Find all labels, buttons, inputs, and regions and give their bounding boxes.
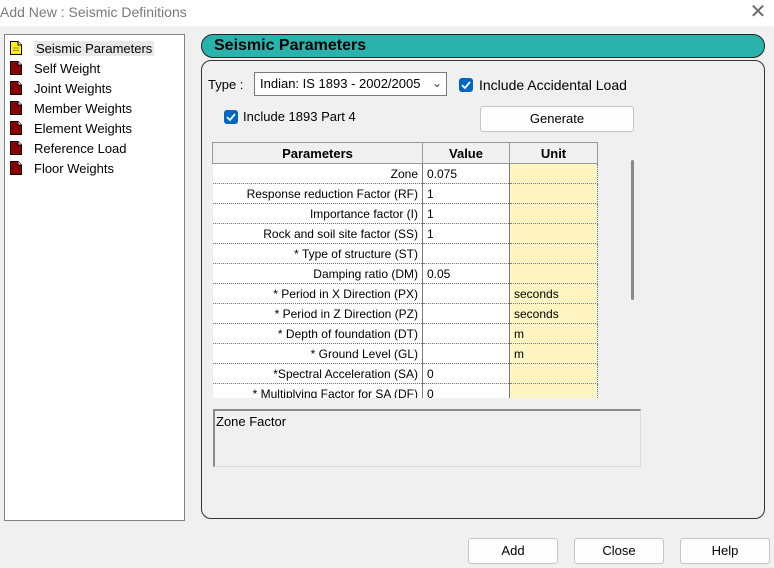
red-page-icon: [10, 141, 22, 155]
unit-cell[interactable]: m: [509, 343, 598, 364]
unit-cell[interactable]: [509, 363, 598, 384]
parameters-table: Parameters Value Unit Zone 0.075 Response …: [212, 142, 626, 398]
unit-cell[interactable]: seconds: [509, 303, 598, 324]
table-row: Damping ratio (DM) 0.05: [212, 263, 598, 284]
parameter-cell: Zone: [212, 163, 423, 184]
close-button[interactable]: Close: [574, 538, 664, 564]
help-button[interactable]: Help: [680, 538, 770, 564]
tree-item[interactable]: Seismic Parameters: [10, 38, 155, 58]
value-cell[interactable]: 0.075: [422, 163, 510, 184]
parameter-cell: *Spectral Acceleration (SA): [212, 363, 423, 384]
red-page-icon: [10, 81, 22, 95]
table-row: Response reduction Factor (RF) 1: [212, 183, 598, 204]
tree-item[interactable]: Element Weights: [10, 118, 132, 138]
parameter-cell: * Depth of foundation (DT): [212, 323, 423, 344]
value-cell[interactable]: 1: [422, 183, 510, 204]
unit-cell[interactable]: [509, 223, 598, 244]
red-page-icon: [10, 121, 22, 135]
close-icon[interactable]: ✕: [748, 2, 768, 22]
tree-item-label: Member Weights: [34, 100, 133, 116]
panel-header: Seismic Parameters: [201, 34, 765, 58]
chevron-down-icon: ⌄: [431, 76, 442, 90]
include-1893-label: Include 1893 Part 4: [243, 109, 356, 124]
description-text: Zone Factor: [216, 414, 287, 429]
description-box: Zone Factor: [213, 409, 641, 467]
tree-item[interactable]: Member Weights: [10, 98, 132, 118]
table-row: Zone 0.075: [212, 163, 598, 184]
value-cell[interactable]: [422, 283, 510, 304]
header-parameters: Parameters: [212, 142, 423, 164]
value-cell[interactable]: 0: [422, 363, 510, 384]
tree-item[interactable]: Self Weight: [10, 58, 100, 78]
title-bar: Add New : Seismic Definitions ✕: [0, 0, 774, 26]
parameter-cell: Damping ratio (DM): [212, 263, 423, 284]
parameter-cell: * Type of structure (ST): [212, 243, 423, 264]
add-button[interactable]: Add: [468, 538, 558, 564]
table-row: Rock and soil site factor (SS) 1: [212, 223, 598, 244]
parameter-cell: * Period in Z Direction (PZ): [212, 303, 423, 324]
check-icon: [226, 113, 236, 122]
unit-cell[interactable]: [509, 243, 598, 264]
table-row: * Ground Level (GL) m: [212, 343, 598, 364]
value-cell[interactable]: [422, 243, 510, 264]
red-page-icon: [10, 61, 22, 75]
tree-item-label: Self Weight: [34, 60, 101, 76]
value-cell[interactable]: 0: [422, 383, 510, 398]
unit-cell[interactable]: [509, 183, 598, 204]
table-row: Importance factor (I) 1: [212, 203, 598, 224]
panel-title: Seismic Parameters: [214, 37, 367, 54]
parameter-cell: * Multiplying Factor for SA (DF): [212, 383, 423, 398]
tree-item-label: Floor Weights: [34, 160, 114, 176]
include-1893-checkbox[interactable]: [224, 110, 238, 124]
unit-cell[interactable]: [509, 383, 598, 398]
value-cell[interactable]: [422, 303, 510, 324]
type-label: Type :: [208, 77, 244, 92]
unit-cell[interactable]: [509, 263, 598, 284]
table-row: * Period in Z Direction (PZ) seconds: [212, 303, 598, 324]
tree-item-label: Seismic Parameters: [34, 40, 155, 56]
table-row: * Depth of foundation (DT) m: [212, 323, 598, 344]
parameter-cell: * Ground Level (GL): [212, 343, 423, 364]
parameter-cell: Importance factor (I): [212, 203, 423, 224]
type-select[interactable]: Indian: IS 1893 - 2002/2005 ⌄: [254, 72, 447, 96]
value-cell[interactable]: [422, 323, 510, 344]
table-row: * Period in X Direction (PX) seconds: [212, 283, 598, 304]
table-row: * Multiplying Factor for SA (DF) 0: [212, 383, 598, 398]
red-page-icon: [10, 161, 22, 175]
unit-cell[interactable]: [509, 203, 598, 224]
include-accidental-checkbox[interactable]: [459, 78, 473, 92]
parameter-cell: * Period in X Direction (PX): [212, 283, 423, 304]
unit-cell[interactable]: [509, 163, 598, 184]
table-row: * Type of structure (ST): [212, 243, 598, 264]
tree-item[interactable]: Floor Weights: [10, 158, 114, 178]
window-title: Add New : Seismic Definitions: [0, 4, 187, 20]
red-page-icon: [10, 101, 22, 115]
generate-button[interactable]: Generate: [480, 106, 634, 132]
tree-item-label: Reference Load: [34, 140, 127, 156]
include-accidental-label: Include Accidental Load: [479, 77, 627, 93]
unit-cell[interactable]: m: [509, 323, 598, 344]
table-row: *Spectral Acceleration (SA) 0: [212, 363, 598, 384]
header-value: Value: [422, 142, 510, 164]
type-select-value: Indian: IS 1893 - 2002/2005: [260, 76, 421, 91]
unit-cell[interactable]: seconds: [509, 283, 598, 304]
definitions-tree: Seismic Parameters Self Weight Joint Weigh…: [4, 34, 185, 521]
tree-item-label: Element Weights: [34, 120, 133, 136]
parameter-cell: Response reduction Factor (RF): [212, 183, 423, 204]
value-cell[interactable]: 1: [422, 203, 510, 224]
check-icon: [461, 81, 471, 90]
value-cell[interactable]: [422, 343, 510, 364]
parameter-cell: Rock and soil site factor (SS): [212, 223, 423, 244]
tree-item[interactable]: Joint Weights: [10, 78, 112, 98]
header-unit: Unit: [509, 142, 598, 164]
table-scrollbar[interactable]: [631, 160, 634, 300]
value-cell[interactable]: 0.05: [422, 263, 510, 284]
tree-item-label: Joint Weights: [34, 80, 112, 96]
tree-item[interactable]: Reference Load: [10, 138, 127, 158]
yellow-page-icon: [10, 41, 22, 55]
value-cell[interactable]: 1: [422, 223, 510, 244]
